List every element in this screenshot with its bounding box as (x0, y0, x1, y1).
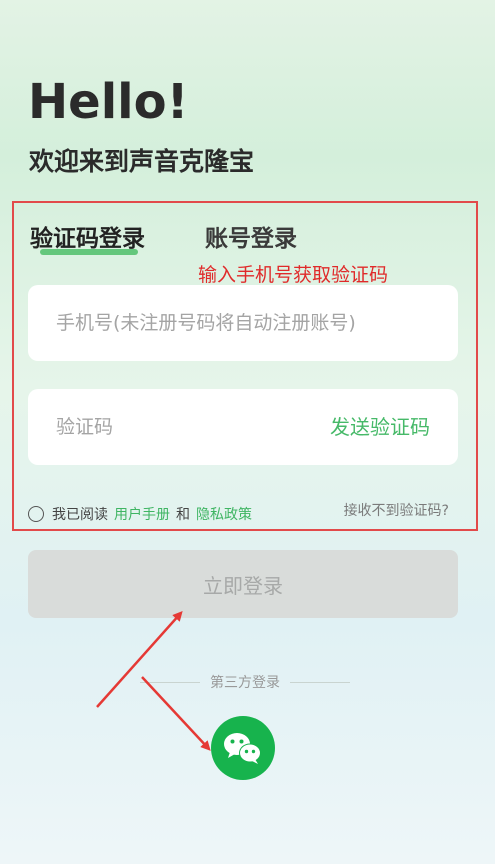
no-code-link[interactable]: 接收不到验证码? (344, 500, 449, 520)
greeting-title: Hello! (28, 74, 189, 130)
wechat-icon (224, 733, 261, 764)
privacy-policy-link[interactable]: 隐私政策 (196, 504, 252, 524)
tab-sms-login[interactable]: 验证码登录 (30, 219, 145, 253)
divider-line-left (140, 681, 200, 683)
wechat-login-button[interactable] (211, 716, 275, 780)
login-button[interactable]: 立即登录 (28, 550, 458, 618)
third-party-divider: 第三方登录 (140, 672, 350, 692)
agreement-and: 和 (176, 507, 190, 523)
annotation-text: 输入手机号获取验证码 (198, 264, 389, 286)
tab-account-login[interactable]: 账号登录 (205, 219, 297, 253)
phone-input[interactable] (56, 285, 436, 361)
code-input[interactable] (56, 389, 306, 465)
welcome-subtitle: 欢迎来到声音克隆宝 (29, 147, 255, 176)
third-party-label: 第三方登录 (210, 675, 280, 691)
code-field: 发送验证码 (28, 389, 458, 465)
user-manual-link[interactable]: 用户手册 (114, 504, 170, 524)
agreement-prefix: 我已阅读 (52, 507, 108, 523)
send-code-button[interactable]: 发送验证码 (330, 389, 430, 465)
phone-field (28, 285, 458, 361)
agreement-row: 我已阅读 用户手册 和 隐私政策 (28, 503, 252, 525)
active-tab-underline (40, 249, 138, 255)
arrow-to-login-button (96, 611, 183, 708)
divider-line-right (290, 681, 350, 683)
agree-radio[interactable] (28, 506, 44, 522)
